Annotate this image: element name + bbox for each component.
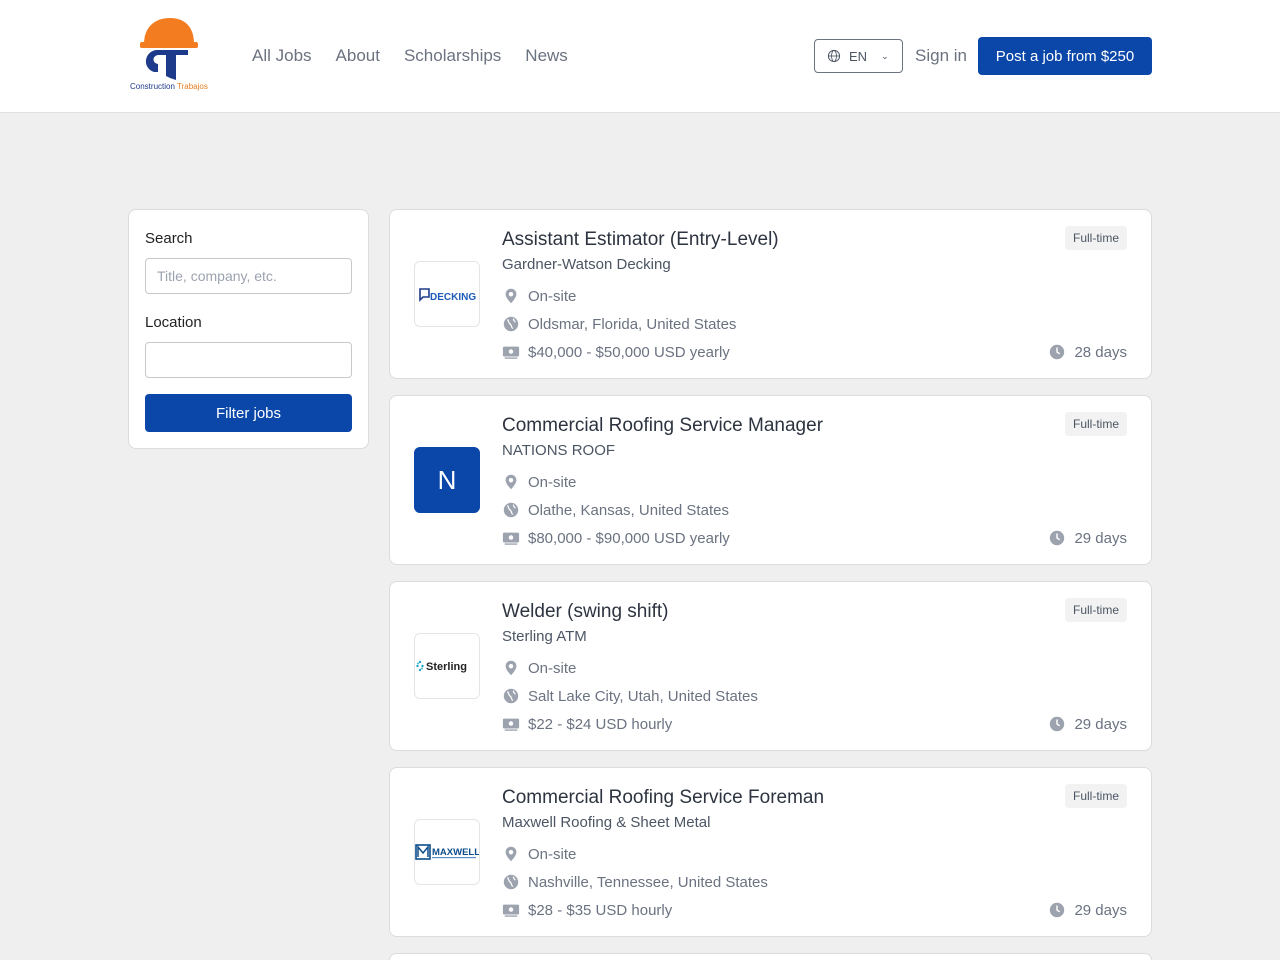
job-title[interactable]: Welder (swing shift) <box>502 601 668 623</box>
language-selector[interactable]: EN ⌄ <box>814 39 903 73</box>
logo-text: Sterling <box>426 661 467 673</box>
map-pin-icon <box>505 660 517 676</box>
logo-text: DECKING <box>430 292 476 303</box>
company-logo: Sterling <box>414 633 480 699</box>
employment-type-badge: Full-time <box>1064 784 1127 808</box>
job-card[interactable]: MAXWELL Commercial Roofing Service Forem… <box>389 767 1152 937</box>
company-logo: DECKING <box>414 261 480 327</box>
logo-letter: N <box>437 464 457 495</box>
job-card[interactable]: Sterling Welder (swing shift) Sterling A… <box>389 581 1152 751</box>
globe-icon <box>827 49 841 63</box>
job-company: NATIONS ROOF <box>502 442 616 459</box>
workplace-text: On-site <box>528 659 577 677</box>
location-row: Nashville, Tennessee, United States <box>502 873 768 891</box>
location-label: Location <box>145 314 202 331</box>
hardhat-logo-icon <box>140 18 198 80</box>
job-company: Sterling ATM <box>502 628 587 645</box>
posted-text: 29 days <box>1074 901 1127 919</box>
job-card[interactable] <box>389 953 1152 960</box>
logo-word-construction: Construction <box>130 82 175 91</box>
job-title[interactable]: Commercial Roofing Service Foreman <box>502 787 824 809</box>
post-job-button[interactable]: Post a job from $250 <box>978 37 1152 75</box>
search-input[interactable] <box>145 258 352 294</box>
logo-wordmark: Construction Trabajos <box>130 82 212 91</box>
clock-icon <box>1050 716 1065 732</box>
globe-icon <box>503 874 519 890</box>
globe-icon <box>503 502 519 518</box>
clock-icon <box>1050 530 1065 546</box>
posted-age: 29 days <box>1048 529 1127 547</box>
job-company: Maxwell Roofing & Sheet Metal <box>502 814 711 831</box>
map-pin-icon <box>505 474 517 490</box>
workplace-row: On-site <box>502 659 576 677</box>
banknote-icon <box>502 904 520 917</box>
employment-type-badge: Full-time <box>1064 598 1127 622</box>
sterling-logo-icon: Sterling <box>416 660 467 673</box>
salary-row: $40,000 - $50,000 USD yearly <box>502 343 730 361</box>
posted-text: 28 days <box>1074 343 1127 361</box>
salary-row: $80,000 - $90,000 USD yearly <box>502 529 730 547</box>
nav-about[interactable]: About <box>336 46 380 66</box>
job-card[interactable]: N Commercial Roofing Service Manager NAT… <box>389 395 1152 565</box>
workplace-row: On-site <box>502 845 576 863</box>
clock-icon <box>1050 344 1065 360</box>
company-logo: N <box>414 447 480 513</box>
banknote-icon <box>502 532 520 545</box>
banknote-icon <box>502 718 520 731</box>
globe-icon <box>503 688 519 704</box>
sign-in-link[interactable]: Sign in <box>915 46 967 66</box>
posted-text: 29 days <box>1074 529 1127 547</box>
salary-text: $22 - $24 USD hourly <box>528 715 673 733</box>
job-title[interactable]: Assistant Estimator (Entry-Level) <box>502 229 779 251</box>
posted-age: 29 days <box>1048 901 1127 919</box>
salary-text: $80,000 - $90,000 USD yearly <box>528 529 730 547</box>
employment-type-badge: Full-time <box>1064 412 1127 436</box>
nav-scholarships[interactable]: Scholarships <box>404 46 501 66</box>
site-header: Construction Trabajos All Jobs About Sch… <box>0 0 1280 113</box>
workplace-row: On-site <box>502 287 576 305</box>
location-text: Salt Lake City, Utah, United States <box>528 687 758 705</box>
nav-news[interactable]: News <box>525 46 568 66</box>
language-label: EN <box>849 48 868 64</box>
posted-age: 29 days <box>1048 715 1127 733</box>
decking-logo-icon: DECKING <box>419 288 476 303</box>
location-text: Nashville, Tennessee, United States <box>528 873 768 891</box>
location-row: Olathe, Kansas, United States <box>502 501 729 519</box>
salary-text: $28 - $35 USD hourly <box>528 901 673 919</box>
location-row: Salt Lake City, Utah, United States <box>502 687 758 705</box>
job-title[interactable]: Commercial Roofing Service Manager <box>502 415 823 437</box>
location-text: Olathe, Kansas, United States <box>528 501 729 519</box>
job-company: Gardner-Watson Decking <box>502 256 671 273</box>
job-filter-panel: Search Location Filter jobs <box>128 209 369 449</box>
banknote-icon <box>502 346 520 359</box>
chevron-down-icon: ⌄ <box>881 50 889 61</box>
salary-row: $22 - $24 USD hourly <box>502 715 672 733</box>
logo-text: MAXWELL <box>432 847 479 858</box>
workplace-text: On-site <box>528 845 577 863</box>
main-nav: All Jobs About Scholarships News <box>252 46 568 66</box>
location-input[interactable] <box>145 342 352 378</box>
workplace-text: On-site <box>528 473 577 491</box>
search-label: Search <box>145 230 193 247</box>
posted-text: 29 days <box>1074 715 1127 733</box>
location-row: Oldsmar, Florida, United States <box>502 315 736 333</box>
posted-age: 28 days <box>1048 343 1127 361</box>
company-logo: MAXWELL <box>414 819 480 885</box>
clock-icon <box>1050 902 1065 918</box>
filter-jobs-button[interactable]: Filter jobs <box>145 394 352 432</box>
site-logo[interactable]: Construction Trabajos <box>130 16 212 96</box>
workplace-row: On-site <box>502 473 576 491</box>
salary-text: $40,000 - $50,000 USD yearly <box>528 343 730 361</box>
logo-word-trabajos: Trabajos <box>177 82 208 91</box>
employment-type-badge: Full-time <box>1064 226 1127 250</box>
map-pin-icon <box>505 846 517 862</box>
globe-icon <box>503 316 519 332</box>
nav-all-jobs[interactable]: All Jobs <box>252 46 312 66</box>
maxwell-logo-icon: MAXWELL <box>415 844 479 860</box>
salary-row: $28 - $35 USD hourly <box>502 901 672 919</box>
map-pin-icon <box>505 288 517 304</box>
job-card[interactable]: DECKING Assistant Estimator (Entry-Level… <box>389 209 1152 379</box>
location-text: Oldsmar, Florida, United States <box>528 315 737 333</box>
workplace-text: On-site <box>528 287 577 305</box>
